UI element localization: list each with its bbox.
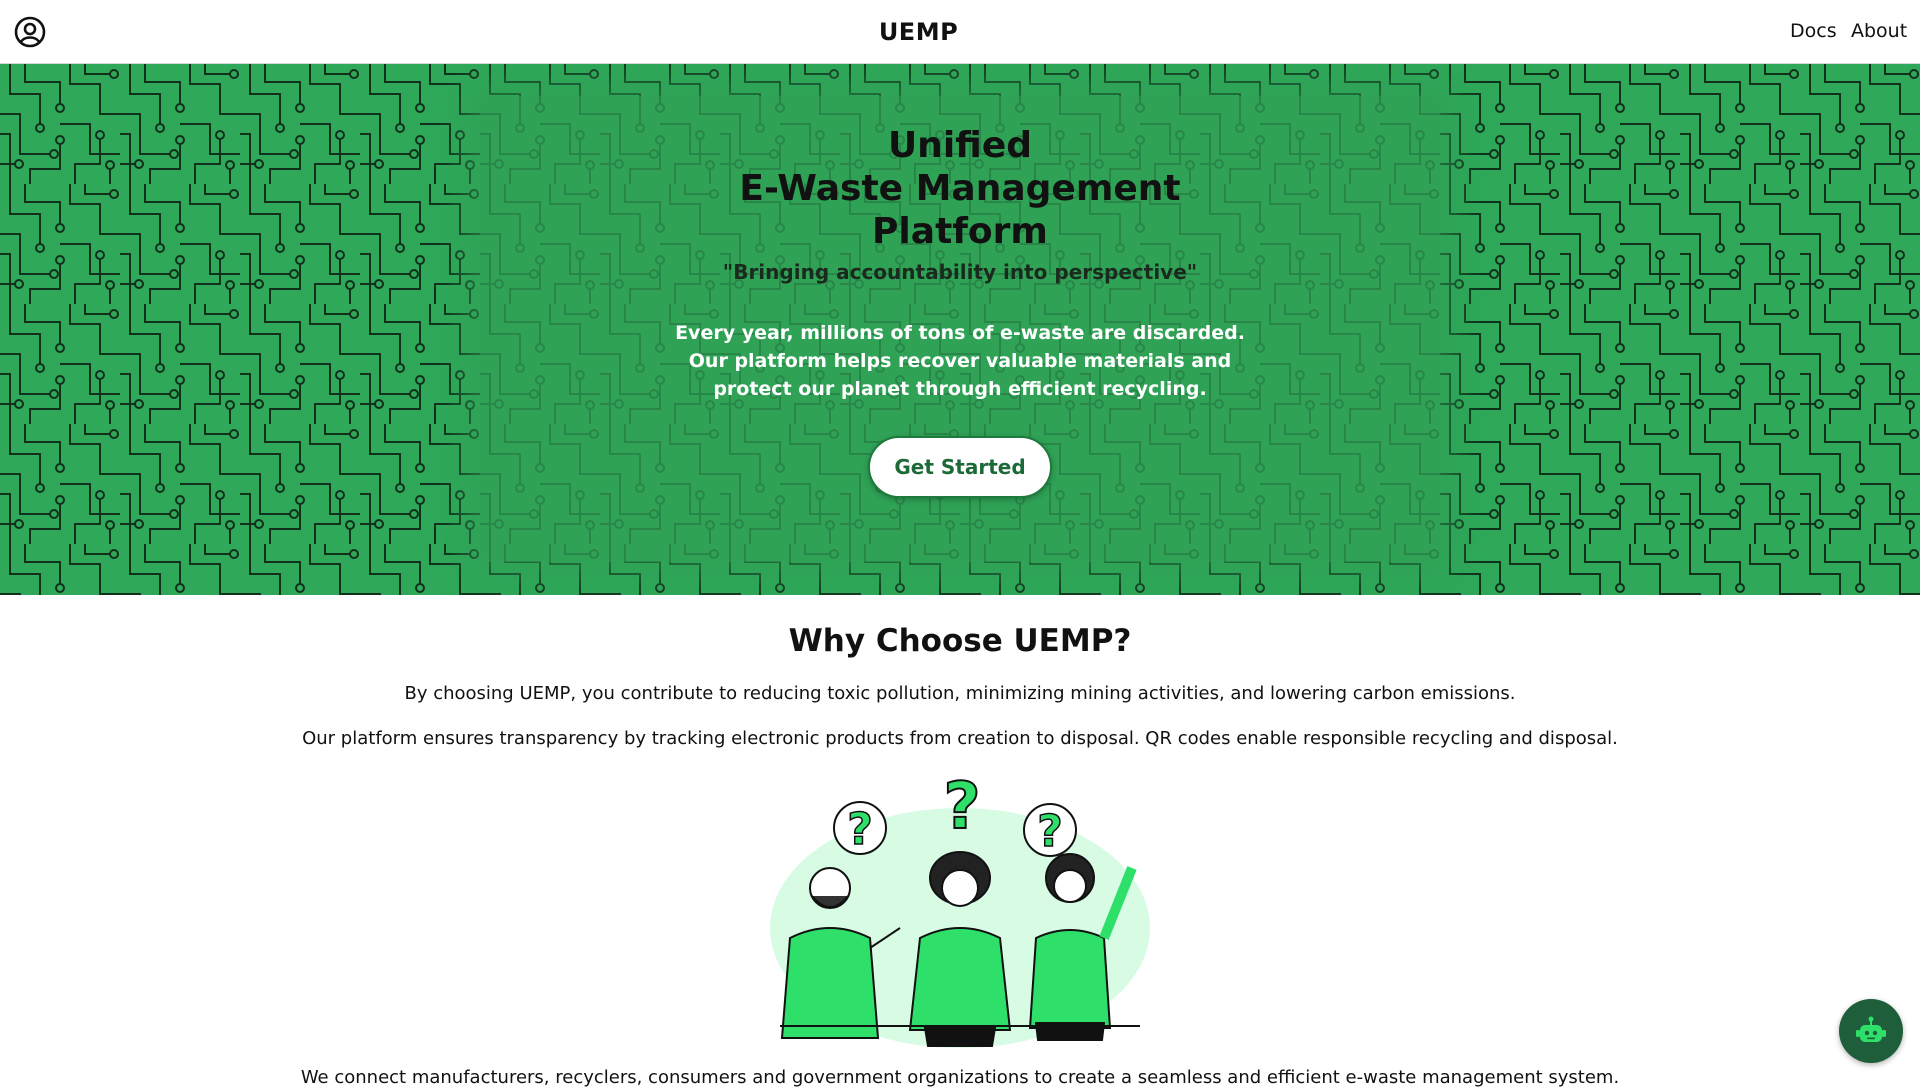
brand-title[interactable]: UEMP: [0, 18, 1837, 46]
why-paragraph-3: We connect manufacturers, recyclers, con…: [300, 1067, 1620, 1088]
hero-section: Unified E-Waste Management Platform "Bri…: [0, 64, 1920, 595]
why-paragraph-1: By choosing UEMP, you contribute to redu…: [404, 683, 1516, 704]
hero-title-line-1: Unified: [887, 125, 1033, 166]
nav-about-link[interactable]: About: [1851, 20, 1907, 42]
hero-description: Every year, millions of tons of e-waste …: [675, 322, 1245, 400]
nav-docs-link[interactable]: Docs: [1790, 20, 1837, 42]
why-paragraph-2: Our platform ensures transparency by tra…: [302, 728, 1618, 749]
hero-title: Unified E-Waste Management Platform: [480, 124, 1440, 253]
people-thinking-illustration: ? ? ?: [770, 778, 1150, 1048]
svg-text:?: ?: [943, 778, 980, 844]
top-navbar: UEMP Docs About: [0, 0, 1920, 64]
hero-tagline: "Bringing accountability into perspectiv…: [722, 260, 1198, 284]
chatbot-button[interactable]: [1839, 999, 1903, 1063]
hero-title-line-2: E-Waste Management: [739, 168, 1181, 209]
question-mark-icon: ?: [833, 801, 887, 856]
get-started-button[interactable]: Get Started: [868, 436, 1052, 498]
robot-icon: [1856, 1016, 1886, 1042]
hero-title-line-3: Platform: [872, 211, 1048, 252]
why-section-title: Why Choose UEMP?: [788, 623, 1132, 659]
svg-text:?: ?: [1037, 806, 1063, 857]
svg-text:?: ?: [847, 804, 873, 855]
